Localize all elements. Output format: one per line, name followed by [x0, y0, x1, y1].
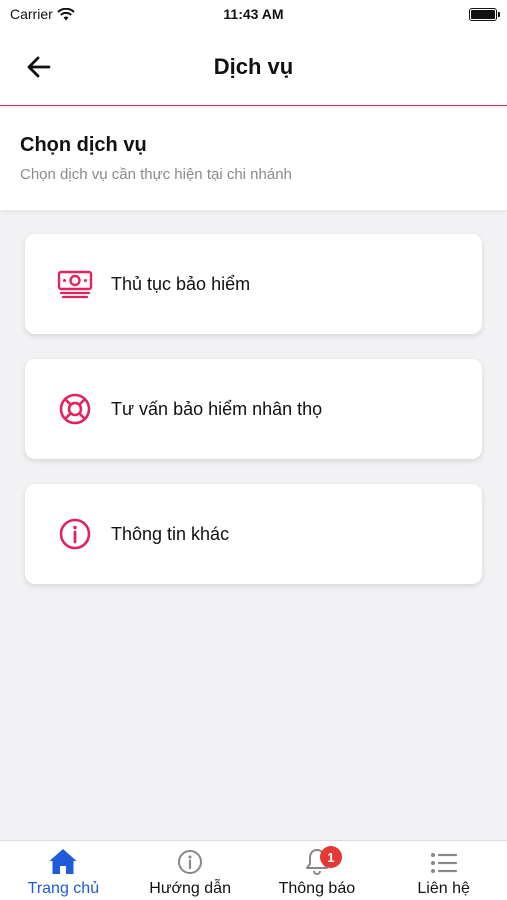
tab-label: Hướng dẫn	[149, 880, 231, 897]
home-icon	[49, 849, 77, 874]
tab-label: Thông báo	[278, 880, 356, 897]
status-bar: Carrier 11:43 AM	[0, 0, 507, 30]
info-icon	[178, 850, 203, 874]
list-icon	[430, 853, 457, 873]
tab-home[interactable]: Trang chủ	[0, 841, 127, 900]
service-label: Thủ tục bảo hiểm	[111, 273, 251, 294]
page-title: Dịch vụ	[213, 54, 294, 79]
tab-guide[interactable]: Hướng dẫn	[127, 841, 254, 900]
info-icon	[55, 514, 95, 554]
section-title: Chọn dịch vụ	[20, 134, 147, 156]
service-card-life-insurance-consulting[interactable]: Tư vấn bảo hiểm nhân thọ	[25, 359, 482, 459]
battery-icon	[469, 8, 500, 21]
service-label: Tư vấn bảo hiểm nhân thọ	[111, 398, 323, 419]
section-subtitle: Chọn dịch vụ cần thực hiện tại chi nhánh	[20, 166, 292, 183]
tab-bar: Trang chủ Hướng dẫn 1 Thông báo Liên hệ	[0, 840, 507, 900]
status-time: 11:43 AM	[223, 6, 284, 22]
tab-label: Trang chủ	[27, 880, 100, 897]
service-label: Thông tin khác	[111, 523, 230, 544]
section-header: Chọn dịch vụ Chọn dịch vụ cần thực hiện …	[0, 108, 507, 210]
money-icon	[55, 264, 95, 304]
tab-notifications[interactable]: 1 Thông báo	[254, 841, 381, 900]
lifebuoy-icon	[55, 389, 95, 429]
nav-bar: Dịch vụ	[0, 30, 507, 106]
service-card-insurance-procedure[interactable]: Thủ tục bảo hiểm	[25, 234, 482, 334]
service-card-other-information[interactable]: Thông tin khác	[25, 484, 482, 584]
tab-label: Liên hệ	[417, 880, 470, 897]
tab-contact[interactable]: Liên hệ	[380, 841, 507, 900]
notification-badge: 1	[319, 846, 342, 868]
